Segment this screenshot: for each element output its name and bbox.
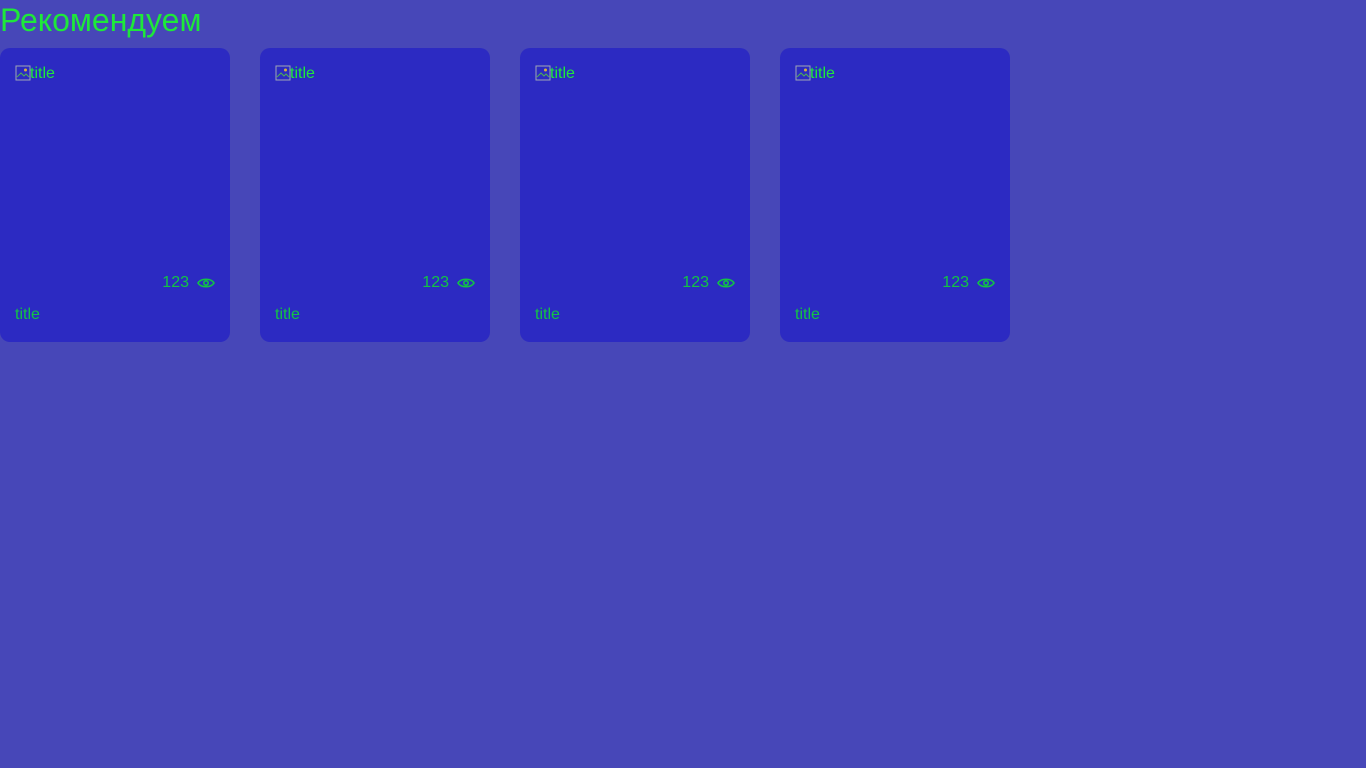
views-counter: 123 bbox=[162, 274, 215, 292]
recommendation-card[interactable]: title 123 title bbox=[780, 48, 1010, 342]
views-counter: 123 bbox=[422, 274, 475, 292]
eye-icon bbox=[977, 277, 995, 289]
page: Рекомендуем title 123 title title 123 ti… bbox=[0, 0, 1366, 768]
views-count: 123 bbox=[422, 274, 449, 291]
views-count: 123 bbox=[162, 274, 189, 291]
image-alt-text: title bbox=[550, 65, 575, 82]
card-image[interactable]: title bbox=[535, 63, 735, 263]
card-title[interactable]: title bbox=[15, 306, 40, 324]
card-image[interactable]: title bbox=[275, 63, 475, 263]
views-counter: 123 bbox=[682, 274, 735, 292]
image-alt-text: title bbox=[290, 65, 315, 82]
card-image[interactable]: title bbox=[15, 63, 215, 263]
broken-image-icon bbox=[15, 65, 31, 81]
card-image[interactable]: title bbox=[795, 63, 995, 263]
image-alt-text: title bbox=[810, 65, 835, 82]
eye-icon bbox=[717, 277, 735, 289]
image-alt-text: title bbox=[30, 65, 55, 82]
broken-image-icon bbox=[795, 65, 811, 81]
recommendation-card[interactable]: title 123 title bbox=[260, 48, 490, 342]
broken-image-icon bbox=[275, 65, 291, 81]
eye-icon bbox=[457, 277, 475, 289]
recommendation-card[interactable]: title 123 title bbox=[520, 48, 750, 342]
eye-icon bbox=[197, 277, 215, 289]
views-count: 123 bbox=[682, 274, 709, 291]
card-title[interactable]: title bbox=[795, 306, 820, 324]
section-title: Рекомендуем bbox=[0, 2, 202, 38]
views-counter: 123 bbox=[942, 274, 995, 292]
card-list: title 123 title title 123 title title 12… bbox=[0, 48, 1010, 342]
card-title[interactable]: title bbox=[535, 306, 560, 324]
broken-image-icon bbox=[535, 65, 551, 81]
views-count: 123 bbox=[942, 274, 969, 291]
recommendation-card[interactable]: title 123 title bbox=[0, 48, 230, 342]
card-title[interactable]: title bbox=[275, 306, 300, 324]
